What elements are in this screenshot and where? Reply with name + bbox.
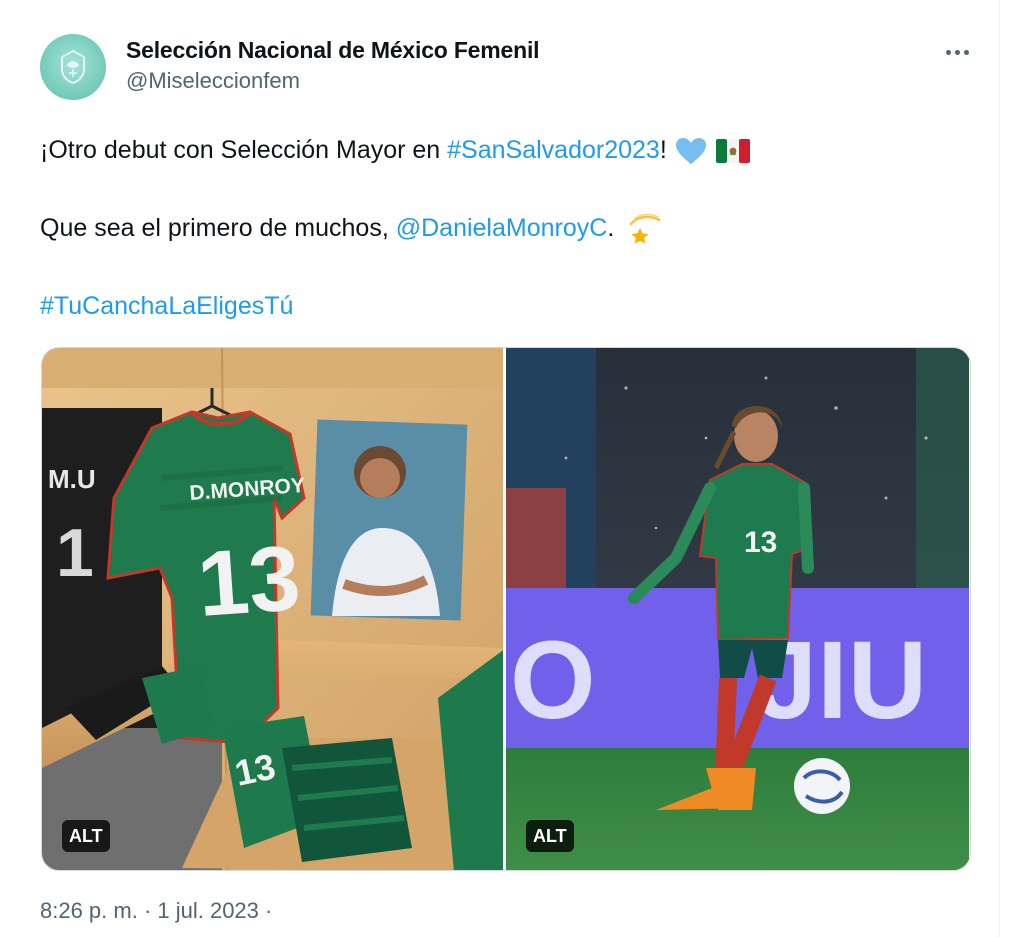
player-number-text: 13	[744, 526, 777, 559]
svg-text:M.U: M.U	[48, 464, 96, 494]
display-name[interactable]: Selección Nacional de México Femenil	[126, 36, 540, 64]
more-dot-icon	[963, 49, 969, 55]
tweet-line-3: #TuCanchaLaEligesTú	[40, 286, 970, 326]
avatar[interactable]	[40, 34, 106, 100]
more-dot-icon	[954, 49, 960, 55]
handle[interactable]: @Miseleccionfem	[126, 66, 539, 96]
hashtag-link[interactable]: #TuCanchaLaEligesTú	[40, 292, 293, 320]
text-segment: !	[659, 136, 667, 164]
match-illustration: O JIU 13	[506, 348, 969, 870]
text-segment: .	[607, 214, 615, 242]
tweet-line-2: Que sea el primero de muchos, @DanielaMo…	[40, 208, 970, 248]
user-block: Selección Nacional de México Femenil @Mi…	[126, 36, 540, 96]
text-segment: ¡Otro debut con Selección Mayor en	[40, 136, 448, 164]
timestamp[interactable]: 8:26 p. m. · 1 jul. 2023 ·	[40, 898, 272, 924]
tweet-line-1: ¡Otro debut con Selección Mayor en #SanS…	[40, 130, 970, 170]
mexico-flag-icon	[715, 139, 750, 164]
mention-link[interactable]: @DanielaMonroyC	[396, 214, 608, 242]
alt-badge[interactable]: ALT	[526, 820, 574, 852]
federation-crest-icon	[61, 49, 85, 84]
svg-text:13: 13	[231, 745, 279, 793]
photo-locker[interactable]: M.U 1 D.MONROY 13 13 ALT	[42, 348, 506, 870]
photo-match[interactable]: O JIU 13 ALT	[506, 348, 970, 870]
text-segment: Que sea el primero de muchos,	[40, 214, 396, 242]
alt-badge[interactable]: ALT	[62, 820, 110, 852]
more-dot-icon	[945, 49, 951, 55]
svg-text:1: 1	[56, 515, 94, 591]
more-options-button[interactable]	[935, 34, 979, 70]
media-grid: M.U 1 D.MONROY 13 13 ALT O JIU 13 ALT	[41, 347, 971, 871]
locker-illustration: M.U 1 D.MONROY 13 13	[42, 348, 503, 870]
svg-text:O: O	[510, 619, 596, 742]
tweet-text: ¡Otro debut con Selección Mayor en #SanS…	[40, 130, 970, 326]
blue-heart-icon	[675, 138, 706, 165]
hashtag-link[interactable]: #SanSalvador2023	[447, 136, 660, 164]
tweet-card: Selección Nacional de México Femenil @Mi…	[0, 0, 1000, 937]
jersey-number-text: 13	[194, 527, 303, 636]
dizzy-star-icon	[630, 214, 661, 245]
